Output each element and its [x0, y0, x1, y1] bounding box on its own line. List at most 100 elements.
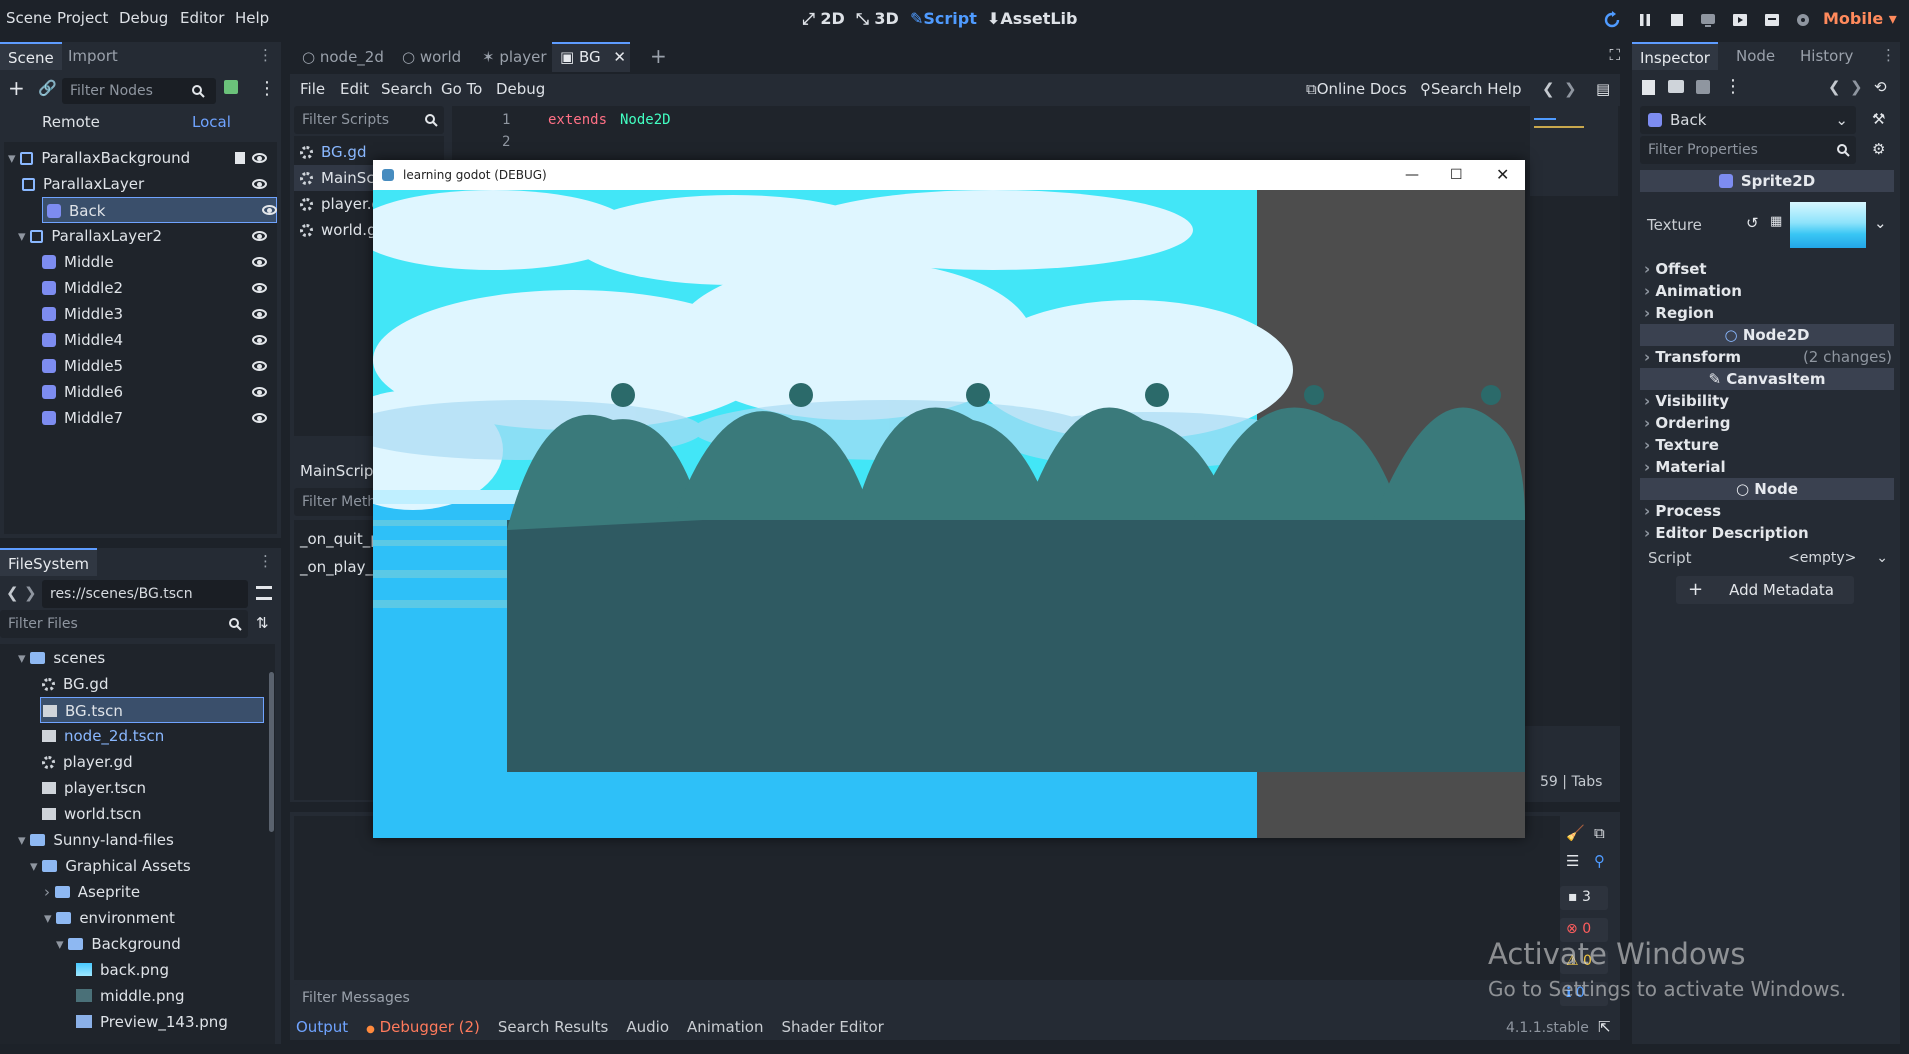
maximize-icon[interactable]: ☐ — [1450, 160, 1463, 190]
close-icon[interactable]: ✕ — [1496, 160, 1509, 190]
workspace-script-button[interactable]: ✎Script — [910, 9, 977, 28]
dock-menu-icon[interactable]: ⋮ — [258, 46, 273, 64]
section-animation[interactable]: › Animation — [1644, 280, 1892, 302]
file-item-scenes[interactable]: ▾ scenes — [18, 645, 105, 671]
texture-preview[interactable] — [1790, 202, 1866, 248]
pause-icon[interactable] — [1636, 11, 1654, 29]
local-tab[interactable]: Local — [192, 113, 231, 131]
distraction-free-icon[interactable]: ⛶ — [1609, 46, 1620, 64]
tree-item-middle7[interactable]: Middle7 — [42, 405, 277, 431]
visibility-eye-icon[interactable] — [262, 205, 277, 215]
workspace-2d-button[interactable]: ⤢ 2D — [802, 9, 845, 29]
menu-scene[interactable]: Scene — [6, 9, 52, 27]
visibility-eye-icon[interactable] — [252, 257, 267, 267]
file-item-graphical-assets[interactable]: ▾ Graphical Assets — [30, 853, 191, 879]
clear-output-icon[interactable]: 🧹 — [1566, 824, 1585, 842]
tree-item-back[interactable]: Back — [42, 197, 277, 223]
visibility-eye-icon[interactable] — [252, 387, 267, 397]
menu-debug[interactable]: Debug — [119, 9, 168, 27]
tree-item-middle[interactable]: Middle — [42, 249, 277, 275]
remote-debug-icon[interactable] — [1699, 11, 1717, 29]
scene-tab-bg[interactable]: ▣ BG ✕ — [552, 42, 630, 72]
next-script-icon[interactable]: ❯ — [1564, 80, 1577, 98]
play-scene-icon[interactable] — [1731, 11, 1749, 29]
prev-script-icon[interactable]: ❮ — [1542, 80, 1555, 98]
tab-filesystem[interactable]: FileSystem — [0, 548, 98, 576]
file-item-environment[interactable]: ▾ environment — [44, 905, 175, 931]
file-item-aseprite[interactable]: › Aseprite — [44, 879, 140, 905]
file-item-preview-png[interactable]: Preview_143.png — [76, 1009, 228, 1035]
script-property-value[interactable]: <empty> ⌄ — [1780, 546, 1892, 570]
online-docs-button[interactable]: ⧉Online Docs — [1306, 80, 1407, 98]
tab-history[interactable]: History — [1792, 42, 1861, 70]
scene-tab-node2d[interactable]: ○ node_2d — [302, 48, 384, 66]
file-item-player-tscn[interactable]: player.tscn — [42, 775, 146, 801]
scene-tab-player[interactable]: ✶ player — [482, 48, 547, 66]
section-ordering[interactable]: › Ordering — [1644, 412, 1892, 434]
tree-item-parallaxlayer2[interactable]: ▾ ParallaxLayer2 — [18, 223, 277, 249]
section-offset[interactable]: › Offset — [1644, 258, 1892, 280]
file-tree-scrollbar[interactable] — [269, 672, 274, 832]
renderer-select[interactable]: Mobile ▾ — [1823, 9, 1897, 28]
section-process[interactable]: › Process — [1644, 500, 1892, 522]
reload-scene-icon[interactable] — [1603, 11, 1621, 29]
copy-output-icon[interactable]: ⧉ — [1594, 824, 1605, 842]
more-options-icon[interactable]: ⋮ — [1724, 76, 1742, 97]
history-forward-icon[interactable]: ❯ — [1850, 78, 1863, 96]
visibility-eye-icon[interactable] — [252, 153, 267, 163]
sort-icon[interactable]: ⇅ — [256, 614, 269, 632]
script-menu-file[interactable]: File — [300, 80, 325, 98]
tab-output[interactable]: Output — [296, 1018, 348, 1036]
tree-item-parallaxbackground[interactable]: ▾ ParallaxBackground — [8, 145, 277, 171]
menu-project[interactable]: Project — [57, 9, 108, 27]
open-folder-icon[interactable] — [1668, 80, 1684, 93]
filter-messages-input[interactable]: Filter Messages — [294, 984, 1560, 1012]
new-resource-icon[interactable] — [1642, 80, 1655, 95]
tab-debugger[interactable]: ● Debugger (2) — [366, 1018, 480, 1036]
expand-panel-icon[interactable]: ⇱ — [1598, 1018, 1611, 1036]
split-view-icon[interactable] — [256, 586, 272, 600]
tab-search-results[interactable]: Search Results — [498, 1018, 608, 1036]
script-menu-search[interactable]: Search — [381, 80, 433, 98]
node-selector[interactable]: Back ⌄ — [1640, 106, 1856, 134]
movie-maker-icon[interactable] — [1795, 11, 1813, 29]
script-item-bg-gd[interactable]: BG.gd — [300, 139, 366, 165]
add-tab-icon[interactable]: + — [650, 44, 667, 68]
tab-inspector[interactable]: Inspector — [1632, 42, 1718, 70]
tree-item-middle4[interactable]: Middle4 — [42, 327, 277, 353]
resource-icon[interactable]: ▦ — [1770, 214, 1782, 229]
path-field[interactable]: res://scenes/BG.tscn — [42, 580, 248, 608]
file-item-node2d-tscn[interactable]: node_2d.tscn — [42, 723, 164, 749]
file-item-bg-gd[interactable]: BG.gd — [42, 671, 108, 697]
link-icon[interactable]: 🔗 — [38, 79, 57, 97]
section-region[interactable]: › Region — [1644, 302, 1892, 324]
section-transform[interactable]: › Transform (2 changes) — [1644, 346, 1892, 368]
tree-item-parallaxlayer[interactable]: ParallaxLayer — [22, 171, 277, 197]
scene-tree-menu-icon[interactable]: ⋮ — [258, 78, 276, 99]
tab-import[interactable]: Import — [60, 42, 126, 70]
minimize-icon[interactable]: — — [1405, 160, 1419, 190]
game-window-titlebar[interactable]: learning godot (DEBUG) — ☐ ✕ — [373, 160, 1525, 190]
filter-files-input[interactable]: Filter Files — [0, 610, 248, 638]
script-menu-debug[interactable]: Debug — [496, 80, 545, 98]
tree-item-middle6[interactable]: Middle6 — [42, 379, 277, 405]
message-filter-button[interactable]: ▪ 3 — [1560, 886, 1608, 910]
menu-help[interactable]: Help — [235, 9, 269, 27]
game-debug-window[interactable]: learning godot (DEBUG) — ☐ ✕ — [373, 160, 1525, 838]
script-menu-goto[interactable]: Go To — [441, 80, 482, 98]
filter-properties-input[interactable]: Filter Properties — [1640, 136, 1856, 164]
tree-item-middle5[interactable]: Middle5 — [42, 353, 277, 379]
visibility-eye-icon[interactable] — [252, 361, 267, 371]
property-settings-icon[interactable]: ⚙ — [1872, 140, 1885, 158]
indent-mode[interactable]: Tabs — [1571, 774, 1602, 790]
file-item-world-tscn[interactable]: world.tscn — [42, 801, 142, 827]
tree-item-middle3[interactable]: Middle3 — [42, 301, 277, 327]
file-item-bg-tscn[interactable]: BG.tscn — [40, 697, 264, 723]
game-viewport[interactable] — [373, 190, 1525, 838]
file-item-middle-png[interactable]: middle.png — [76, 983, 185, 1009]
script-item-player[interactable]: player.g — [300, 191, 381, 217]
node-tool-icon[interactable]: ⚒ — [1872, 110, 1885, 128]
stop-icon[interactable] — [1668, 11, 1686, 29]
add-node-icon[interactable]: + — [8, 76, 25, 100]
remote-tab[interactable]: Remote — [42, 113, 100, 131]
